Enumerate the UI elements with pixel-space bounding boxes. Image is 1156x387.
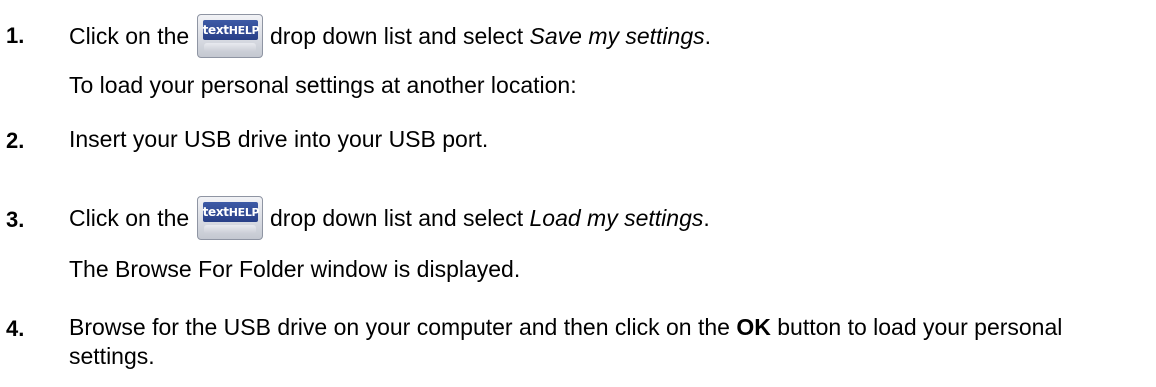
step-number-2: 2. (6, 128, 25, 153)
note-load-settings: To load your personal settings at anothe… (69, 72, 577, 98)
step-3-middle: drop down list and select (269, 205, 524, 231)
step-1-text: Click on the textHELP drop down list and… (69, 14, 711, 58)
step-4-text: Browse for the USB drive on your compute… (69, 313, 1149, 371)
texthelp-logo-button[interactable]: textHELP (196, 14, 263, 58)
texthelp-logo-icon: textHELP (202, 202, 260, 222)
ok-label: OK (736, 314, 771, 340)
step-number-3: 3. (6, 207, 25, 232)
step-3-text: Click on the textHELP drop down list and… (69, 196, 710, 240)
step-1-middle: drop down list and select (269, 23, 524, 49)
step-3-end: . (703, 205, 710, 231)
step-4-before: Browse for the USB drive on your compute… (69, 314, 730, 340)
step-2-text: Insert your USB drive into your USB port… (69, 126, 489, 152)
step-1-end: . (704, 23, 712, 49)
step-3-prefix: Click on the (69, 205, 190, 231)
texthelp-logo-icon: textHELP (202, 20, 260, 40)
texthelp-logo-button[interactable]: textHELP (196, 196, 263, 240)
step-1-prefix: Click on the (69, 23, 190, 49)
step-3-emphasis: Load my settings (529, 205, 704, 231)
step-number-4: 4. (6, 316, 25, 341)
step-1-emphasis: Save my settings (529, 23, 705, 49)
step-number-1: 1. (6, 23, 25, 48)
note-browse-folder: The Browse For Folder window is displaye… (69, 256, 521, 282)
